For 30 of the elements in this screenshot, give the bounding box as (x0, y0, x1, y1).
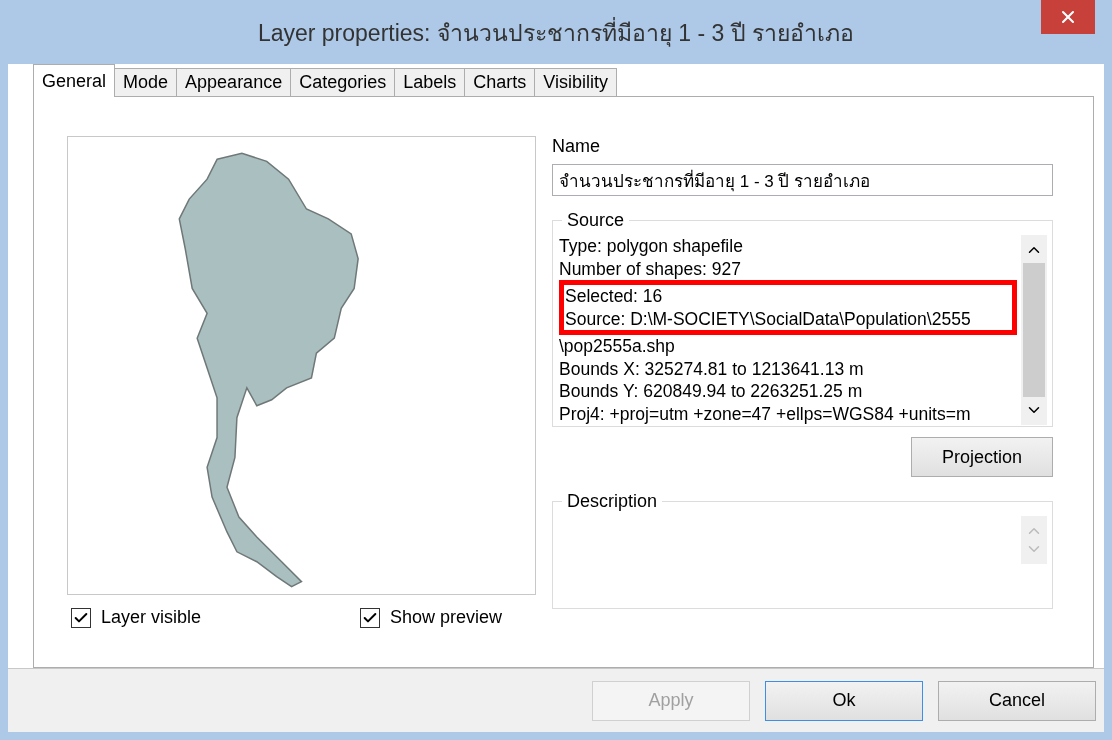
tab[interactable]: Categories (290, 68, 396, 97)
projection-button[interactable]: Projection (911, 437, 1053, 477)
field-label: Name (552, 136, 601, 157)
close-button[interactable] (1041, 0, 1095, 34)
tab[interactable]: Appearance (176, 68, 292, 97)
tab[interactable]: Visibility (534, 68, 617, 97)
dialog-button[interactable]: Ok (765, 680, 923, 721)
description-box[interactable]: Description (552, 491, 1053, 609)
source-info-line: Bounds Y: 620849.94 to 2263251.25 m (559, 380, 864, 403)
source-info-line: Proj4: +proj=utm +zone=47 +ellps=WGS84 +units=m (559, 402, 972, 425)
tab[interactable]: Charts (464, 68, 536, 97)
tab[interactable]: Labels (394, 68, 466, 97)
group-title: Source (566, 210, 626, 231)
source-info-line: Selected: 16 (565, 285, 664, 308)
checkbox[interactable] (71, 607, 91, 628)
checkbox[interactable] (359, 607, 380, 628)
name-input[interactable]: จำนวนประชากรที่มีอายุ 1 - 3 ปี รายอำเภอ (552, 164, 1053, 196)
source-info-line: \pop2555a.shp (559, 335, 676, 358)
dialog-button[interactable]: Cancel (938, 680, 1096, 721)
scrollbar[interactable] (1021, 235, 1047, 425)
source-info-line: Source: D:\M-SOCIETY\SocialData\Population\2555 (565, 307, 972, 330)
checkbox-label: Layer visible (101, 607, 202, 628)
group-title: Description (566, 491, 659, 512)
window-title: Layer properties: จำนวนประชากรที่มีอายุ 1 - 3 ปี รายอำเภอ (257, 13, 855, 51)
source-info-line: Type: polygon shapefile (559, 235, 744, 258)
tab[interactable]: General (33, 64, 116, 97)
source-info-line: Bounds X: 325274.81 to 1213641.13 m (559, 357, 865, 380)
checkbox-label: Show preview (389, 607, 502, 628)
tab[interactable]: Mode (114, 68, 178, 97)
source-info-line: Number of shapes: 927 (559, 257, 742, 280)
